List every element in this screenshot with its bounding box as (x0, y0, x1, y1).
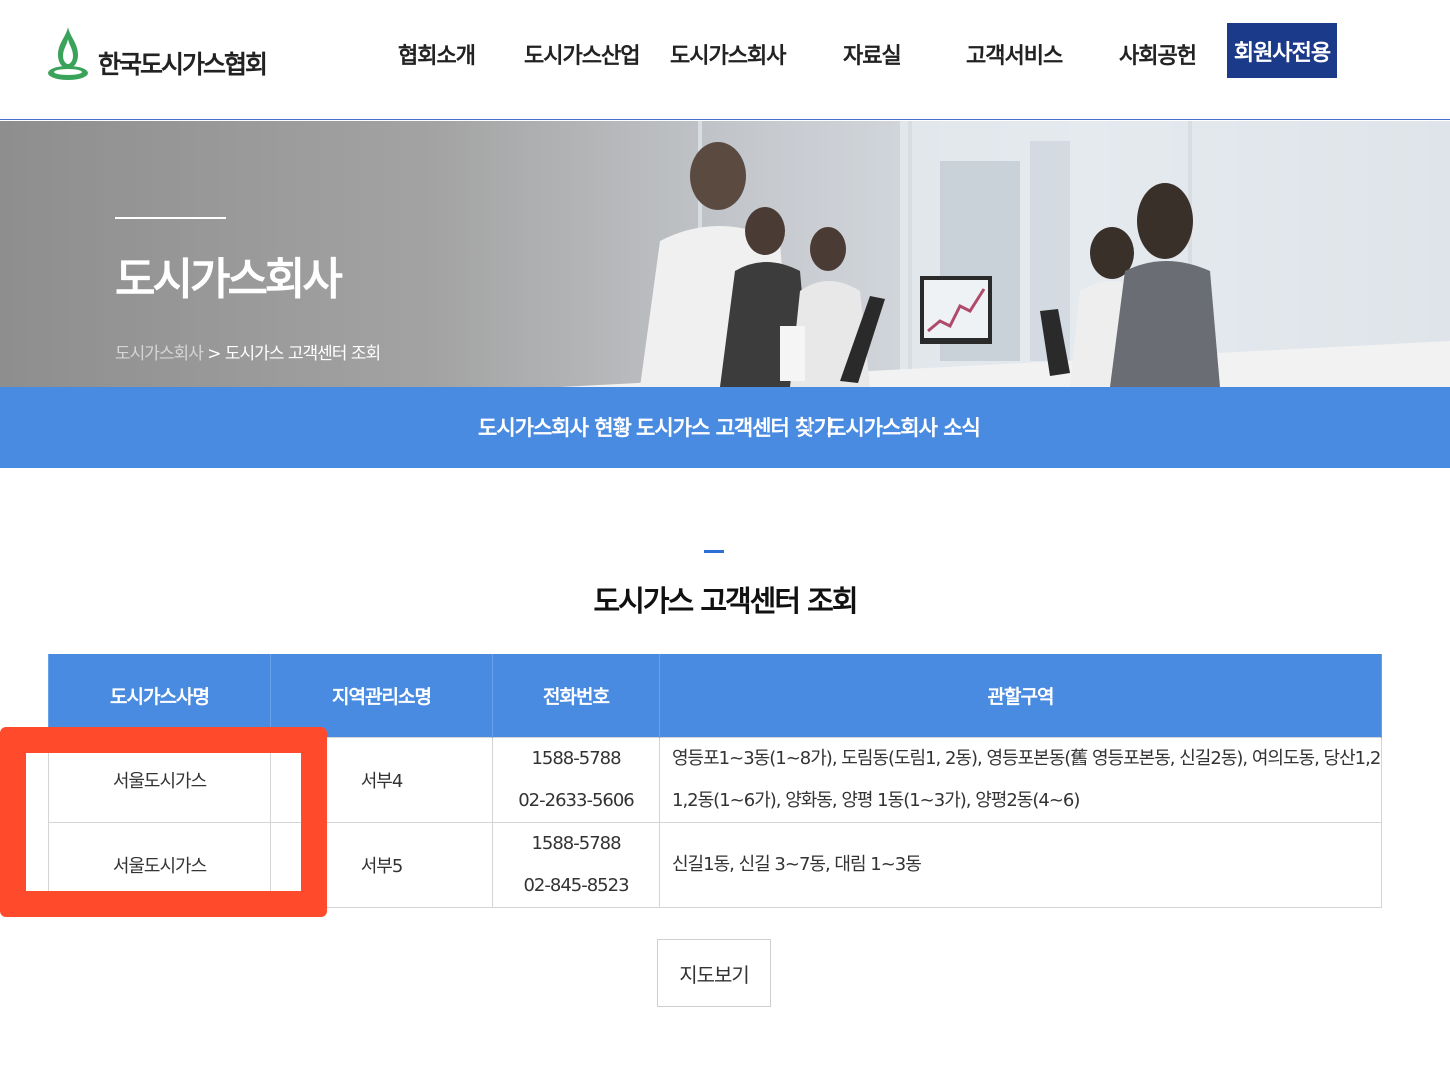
breadcrumb-current: 도시가스 고객센터 조회 (224, 344, 381, 364)
area-cell: 신길1동, 신길 3~7동, 대림 1~3동 (659, 821, 1382, 908)
phone-primary: 1588-5788 (531, 832, 621, 854)
area-line: 1,2동(1~6가), 양화동, 양평 1동(1~3가), 양평2동(4~6) (672, 789, 1080, 811)
phone-cell: 1588-5788 02-2633-5606 (492, 736, 660, 823)
table-row: 서울도시가스 서부4 1588-5788 02-2633-5606 영등포1~3… (48, 736, 1382, 823)
subnav-item-status[interactable]: 도시가스회사 현황 (478, 412, 632, 442)
phone-cell: 1588-5788 02-845-8523 (492, 821, 660, 908)
member-only-button[interactable]: 회원사전용 (1227, 23, 1337, 78)
table-header-row: 도시가스사명 지역관리소명 전화번호 관할구역 (48, 654, 1382, 737)
site-header: 한국도시가스협회 협회소개 도시가스산업 도시가스회사 자료실 고객서비스 사회… (0, 0, 1450, 120)
section-accent-dash (704, 550, 724, 553)
nav-item-social[interactable]: 사회공헌 (1119, 38, 1197, 70)
view-map-button[interactable]: 지도보기 (657, 939, 771, 1007)
office-cell: 서부5 (270, 821, 493, 908)
column-header-company: 도시가스사명 (48, 654, 271, 737)
breadcrumb: 도시가스회사 > 도시가스 고객센터 조회 (115, 339, 381, 364)
phone-secondary: 02-2633-5606 (518, 789, 635, 811)
customer-center-table: 도시가스사명 지역관리소명 전화번호 관할구역 서울도시가스 서부4 1588-… (48, 654, 1382, 908)
hero-title: 도시가스회사 (115, 254, 343, 305)
company-cell: 서울도시가스 (48, 821, 271, 908)
area-line: 신길1동, 신길 3~7동, 대림 1~3동 (672, 853, 922, 875)
subnav-separator (809, 421, 810, 435)
nav-item-industry[interactable]: 도시가스산업 (524, 38, 640, 70)
subnav-item-find-center[interactable]: 도시가스 고객센터 찾기 (636, 412, 833, 442)
nav-item-about[interactable]: 협회소개 (398, 38, 476, 70)
area-cell: 영등포1~3동(1~8가), 도림동(도림1, 2동), 영등포본동(舊 영등포… (659, 736, 1382, 823)
table-row: 서울도시가스 서부5 1588-5788 02-845-8523 신길1동, 신… (48, 821, 1382, 908)
column-header-office: 지역관리소명 (270, 654, 493, 737)
nav-item-companies[interactable]: 도시가스회사 (670, 38, 786, 70)
hero-banner: 도시가스회사 도시가스회사 > 도시가스 고객센터 조회 (0, 121, 1450, 387)
breadcrumb-parent[interactable]: 도시가스회사 (115, 344, 204, 364)
phone-secondary: 02-845-8523 (523, 874, 629, 896)
nav-item-library[interactable]: 자료실 (843, 38, 902, 70)
column-header-area: 관할구역 (659, 654, 1382, 737)
nav-item-customer-service[interactable]: 고객서비스 (966, 38, 1063, 70)
breadcrumb-separator: > (202, 344, 225, 364)
subnav-separator (619, 421, 620, 435)
hero-divider (115, 217, 226, 219)
office-cell: 서부4 (270, 736, 493, 823)
phone-primary: 1588-5788 (531, 747, 621, 769)
subnav-item-news[interactable]: 도시가스회사 소식 (827, 412, 981, 442)
company-cell: 서울도시가스 (48, 736, 271, 823)
area-line: 영등포1~3동(1~8가), 도림동(도림1, 2동), 영등포본동(舊 영등포… (672, 747, 1381, 769)
section-title: 도시가스 고객센터 조회 (593, 584, 859, 618)
column-header-phone: 전화번호 (492, 654, 660, 737)
sub-nav: 도시가스회사 현황 도시가스 고객센터 찾기 도시가스회사 소식 (0, 387, 1450, 468)
